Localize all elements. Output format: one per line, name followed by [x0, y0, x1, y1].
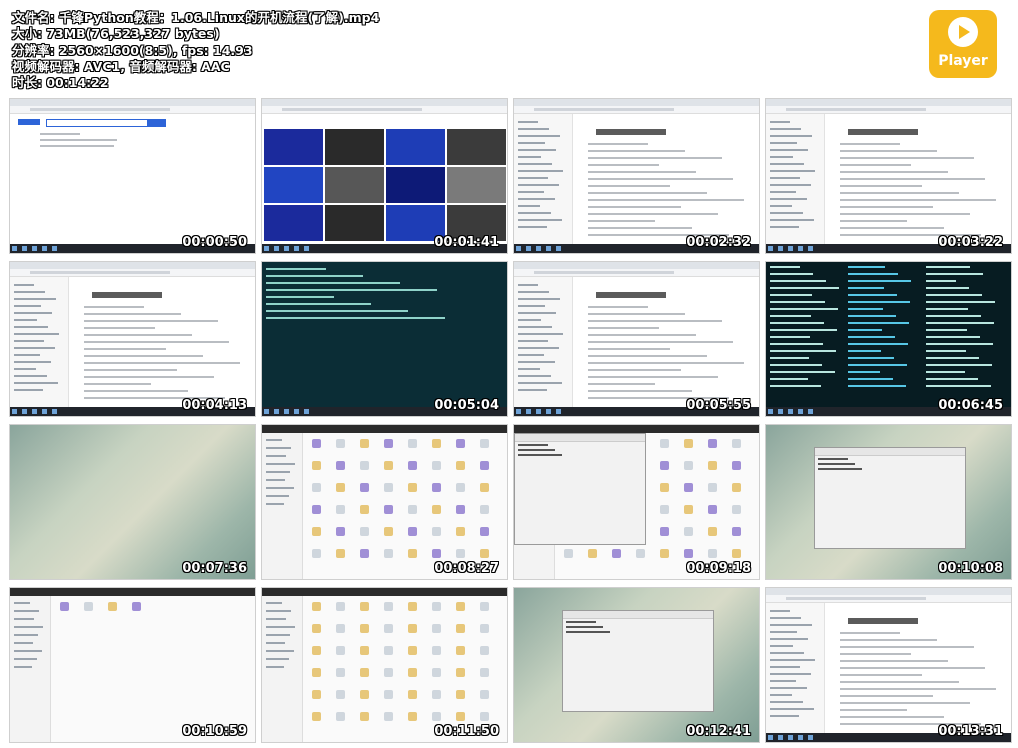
thumbnail-timestamp: 00:04:13 — [182, 398, 247, 413]
video-thumbnail[interactable]: 00:12:41 — [514, 588, 759, 742]
player-logo-label: Player — [938, 53, 988, 69]
thumbnail-timestamp: 00:13:31 — [938, 724, 1003, 739]
play-icon — [948, 17, 978, 47]
thumbnail-timestamp: 00:05:04 — [434, 398, 499, 413]
thumbnail-timestamp: 00:06:45 — [938, 398, 1003, 413]
info-size: 大小: 73MB(76,523,327 bytes) — [12, 26, 220, 42]
info-codec: 视频解码器: AVC1, 音频解码器: AAC — [12, 58, 230, 74]
thumbnail-timestamp: 00:09:18 — [686, 561, 751, 576]
video-thumbnail[interactable]: 00:05:55 — [514, 262, 759, 416]
video-thumbnail[interactable]: 00:10:08 — [766, 425, 1011, 579]
thumbnail-timestamp: 00:11:50 — [434, 724, 499, 739]
thumbnail-timestamp: 00:10:08 — [938, 561, 1003, 576]
player-logo[interactable]: Player — [929, 10, 997, 78]
video-thumbnail[interactable]: 00:10:59 — [10, 588, 255, 742]
video-thumbnail[interactable]: 00:06:45 — [766, 262, 1011, 416]
thumbnail-timestamp: 00:05:55 — [686, 398, 751, 413]
thumbnail-timestamp: 00:10:59 — [182, 724, 247, 739]
thumbnail-timestamp: 00:07:36 — [182, 561, 247, 576]
video-thumbnail[interactable]: 00:01:41 — [262, 99, 507, 253]
thumbnail-timestamp: 00:08:27 — [434, 561, 499, 576]
info-resolution: 分辨率: 2560×1600(8:5), fps: 14.93 — [12, 42, 253, 58]
terminal-window[interactable] — [814, 447, 966, 549]
terminal-window[interactable] — [514, 433, 646, 545]
video-thumbnail[interactable]: 00:08:27 — [262, 425, 507, 579]
info-filename: 文件名: 千锋Python教程：1.06.Linux的开机流程(了解).mp4 — [12, 10, 380, 25]
video-thumbnail[interactable]: 00:05:04 — [262, 262, 507, 416]
thumbnail-timestamp: 00:03:22 — [938, 235, 1003, 250]
video-thumbnail[interactable]: 00:07:36 — [10, 425, 255, 579]
video-thumbnail[interactable]: 00:09:18 — [514, 425, 759, 579]
thumbnail-timestamp: 00:00:50 — [182, 235, 247, 250]
thumbnail-grid: 00:00:50 00:01:41 00:02:32 00:03:22 00:04:13… — [0, 0, 1018, 748]
video-info: 文件名: 千锋Python教程：1.06.Linux的开机流程(了解).mp4 … — [12, 10, 379, 91]
video-thumbnail[interactable]: 00:13:31 — [766, 588, 1011, 742]
thumbnail-timestamp: 00:12:41 — [686, 724, 751, 739]
thumbnail-timestamp: 00:02:32 — [686, 235, 751, 250]
video-thumbnail[interactable]: 00:02:32 — [514, 99, 759, 253]
video-thumbnail[interactable]: 00:11:50 — [262, 588, 507, 742]
terminal-window[interactable] — [562, 610, 714, 712]
thumbnail-timestamp: 00:01:41 — [434, 235, 499, 250]
info-duration: 时长: 00:14:22 — [12, 75, 109, 91]
video-thumbnail[interactable]: 00:00:50 — [10, 99, 255, 253]
video-thumbnail[interactable]: 00:04:13 — [10, 262, 255, 416]
video-thumbnail[interactable]: 00:03:22 — [766, 99, 1011, 253]
